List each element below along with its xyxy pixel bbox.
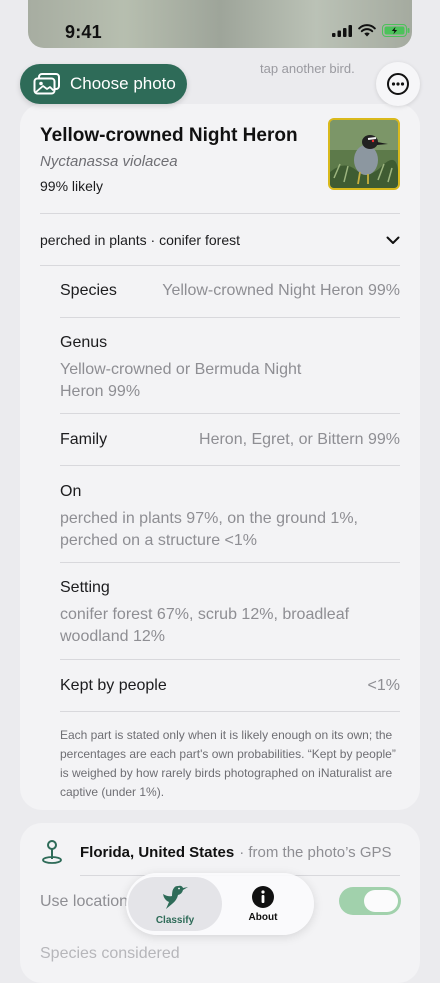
species-common-name: Yellow-crowned Night Heron <box>40 125 298 146</box>
bird-photo-thumbnail[interactable] <box>328 118 400 190</box>
family-row: Family Heron, Egret, or Bittern 99% <box>60 431 400 449</box>
family-label: Family <box>60 431 108 448</box>
use-location-toggle[interactable] <box>339 887 401 915</box>
wifi-icon <box>358 24 376 37</box>
species-label: Species <box>60 282 117 299</box>
divider <box>60 659 400 660</box>
explanation-footnote: Each part is stated only when it is like… <box>60 728 396 799</box>
on-value: perched in plants 97%, on the ground 1%,… <box>60 510 358 549</box>
divider <box>60 711 400 712</box>
toggle-knob <box>364 890 398 912</box>
genus-label: Genus <box>60 334 108 351</box>
chevron-down-icon <box>386 236 400 244</box>
family-value: Heron, Egret, or Bittern 99% <box>199 431 400 448</box>
divider <box>60 465 400 466</box>
tab-about[interactable]: About <box>216 877 310 931</box>
location-source: · from the photo’s GPS <box>239 843 392 861</box>
hummingbird-icon <box>163 885 188 909</box>
divider <box>60 317 400 318</box>
kept-by-people-row: Kept by people <1% <box>60 677 400 695</box>
use-location-label: Use location <box>40 893 129 910</box>
setting-value: conifer forest 67%, scrub 12%, broadleaf… <box>60 606 350 645</box>
setting-label: Setting <box>60 579 110 596</box>
species-considered-label[interactable]: Species considered <box>40 945 180 963</box>
divider <box>60 562 400 563</box>
info-circle-icon <box>252 886 274 908</box>
location-row: Florida, United States · from the photo’… <box>40 839 392 865</box>
more-options-button[interactable] <box>376 62 420 106</box>
divider <box>40 213 400 214</box>
species-value: Yellow-crowned Night Heron 99% <box>162 282 400 299</box>
on-label: On <box>60 483 82 500</box>
setting-row: Setting conifer forest 67%, scrub 12%, b… <box>60 579 400 648</box>
genus-value: Yellow-crowned or Bermuda Night Heron 99… <box>60 361 302 400</box>
battery-icon <box>382 24 410 37</box>
status-icons <box>332 24 410 37</box>
behind-hint-text: tap another bird. <box>260 61 355 76</box>
map-pin-icon <box>42 840 62 864</box>
choose-photo-label: Choose photo <box>70 74 176 93</box>
divider <box>40 265 400 266</box>
kept-by-people-value: <1% <box>367 677 400 694</box>
status-time: 9:41 <box>65 22 102 42</box>
summary-text: perched in plants · conifer forest <box>40 232 240 248</box>
tab-bar: Classify About <box>126 873 314 935</box>
genus-row: Genus Yellow-crowned or Bermuda Night He… <box>60 334 400 403</box>
species-scientific-name: Nyctanassa violacea <box>40 153 178 170</box>
on-row: On perched in plants 97%, on the ground … <box>60 483 400 552</box>
likelihood-text: 99% likely <box>40 178 104 194</box>
result-card: Yellow-crowned Night Heron Nyctanassa vi… <box>20 104 420 810</box>
location-place: Florida, United States <box>80 843 235 861</box>
signal-icon <box>332 24 352 37</box>
tab-about-label: About <box>248 912 278 923</box>
species-row: Species Yellow-crowned Night Heron 99% <box>60 282 400 300</box>
kept-by-people-label: Kept by people <box>60 677 167 694</box>
tab-classify[interactable]: Classify <box>128 877 222 931</box>
ellipsis-circle-icon <box>387 73 409 95</box>
tab-classify-label: Classify <box>155 915 195 926</box>
photo-stack-icon <box>33 73 61 95</box>
divider <box>60 413 400 414</box>
summary-disclosure-row[interactable]: perched in plants · conifer forest <box>40 222 400 258</box>
choose-photo-button[interactable]: Choose photo <box>20 64 187 104</box>
